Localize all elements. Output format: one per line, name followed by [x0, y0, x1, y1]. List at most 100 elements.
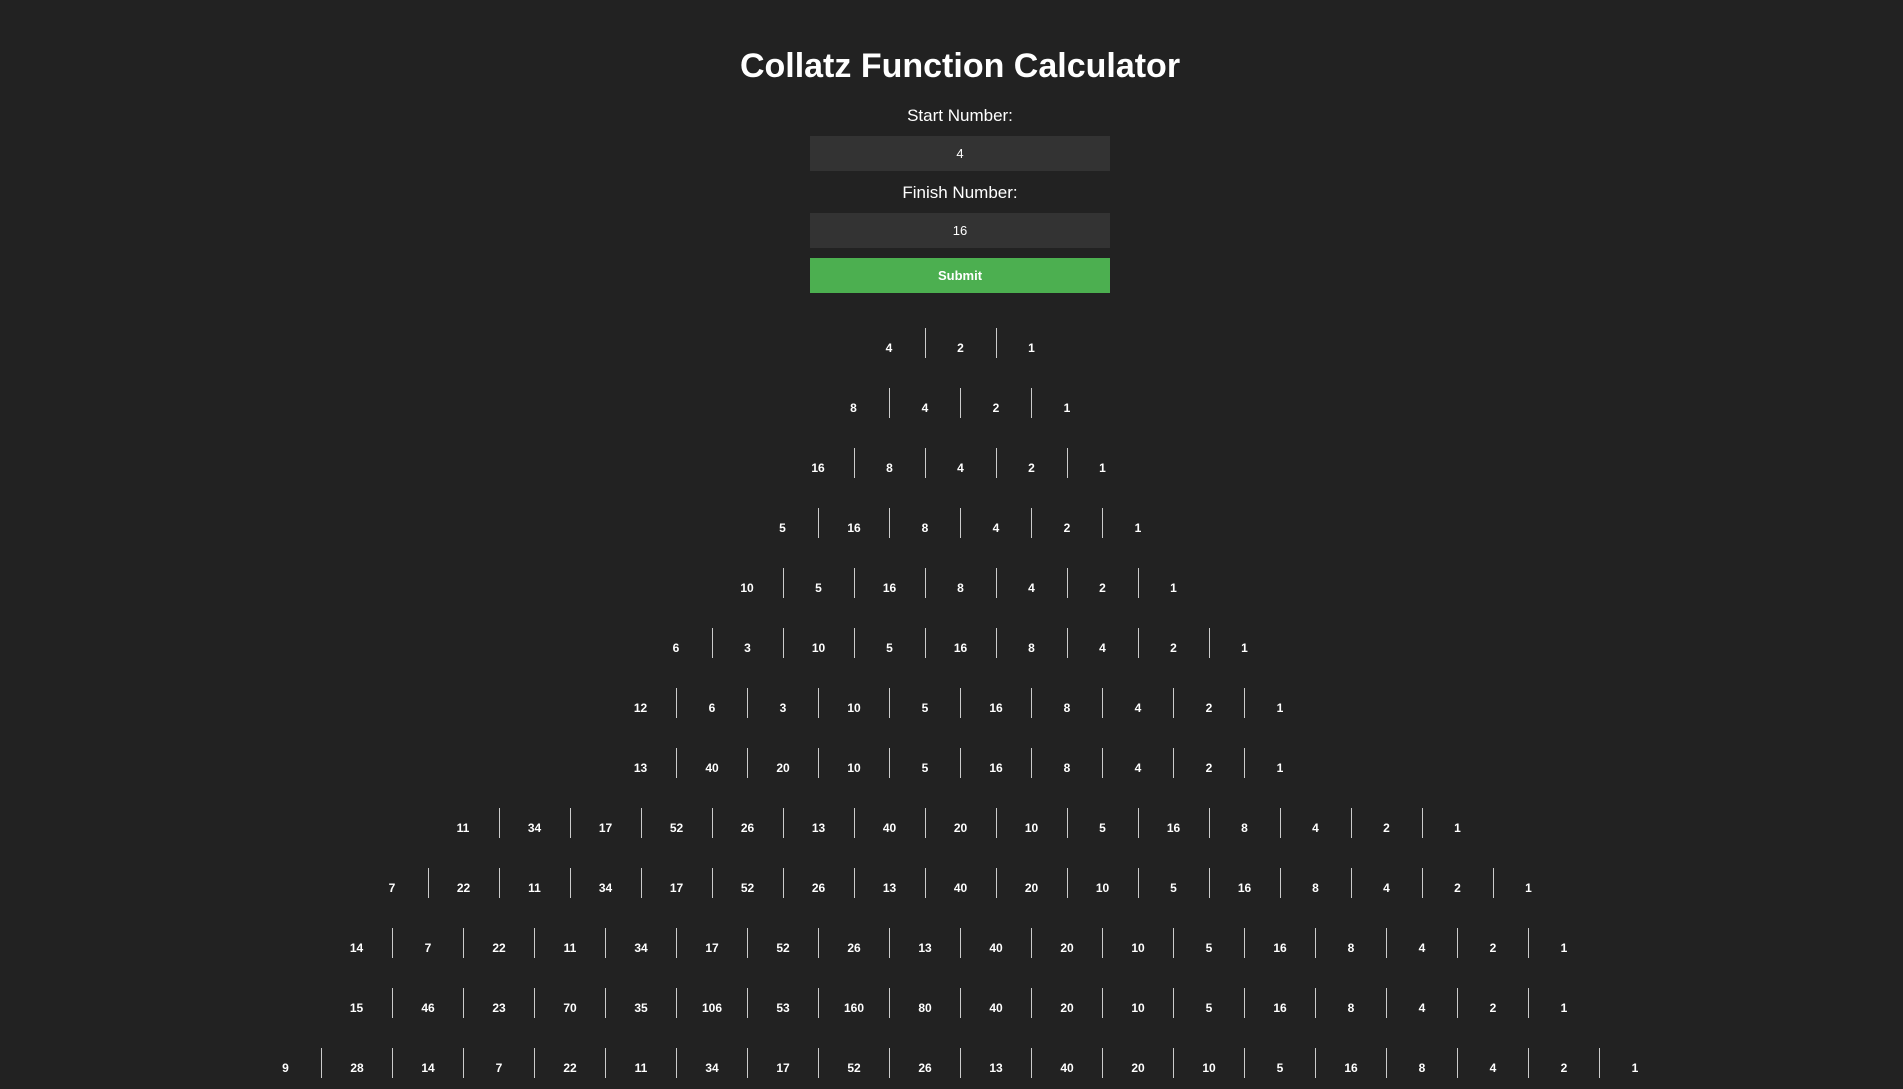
sequence-value: 2: [1457, 988, 1528, 1018]
sequence-value: 34: [605, 928, 676, 958]
sequence-value: 1: [1421, 808, 1493, 838]
sequence-value: 2: [1350, 808, 1422, 838]
sequence-value: 53: [747, 988, 818, 1018]
sequence-value: 1: [1208, 628, 1280, 658]
sequence-value: 2: [1457, 928, 1528, 958]
sequence-value: 4: [885, 341, 893, 355]
sequence-value: 16: [1244, 988, 1315, 1018]
sequence-value: 28: [321, 1048, 392, 1078]
sequence-value: 1: [1528, 928, 1599, 958]
sequence-value: 10: [1173, 1048, 1244, 1078]
sequence-value: 40: [676, 748, 747, 778]
sequence-value: 2: [1173, 688, 1244, 718]
sequence-value: 20: [1031, 928, 1102, 958]
sequence-value: 70: [534, 988, 605, 1018]
sequence-value: 4: [924, 448, 996, 478]
sequence-value: 7: [392, 928, 463, 958]
sequence-value: 16: [1315, 1048, 1386, 1078]
sequence-value: 52: [711, 868, 783, 898]
sequence-value: 26: [889, 1048, 960, 1078]
sequence-value: 6: [672, 641, 680, 655]
sequence-value: 23: [463, 988, 534, 1018]
sequence-value: 5: [782, 568, 854, 598]
sequence-value: 2: [995, 448, 1067, 478]
sequence-value: 4: [1102, 688, 1173, 718]
sequence-value: 26: [782, 868, 854, 898]
sequence-value: 16: [853, 568, 925, 598]
sequence-value: 17: [640, 868, 712, 898]
sequence-row: 6 3 10 5 16 8 4 2 1: [0, 628, 1903, 658]
sequence-value: 8: [1315, 988, 1386, 1018]
sequence-value: 7: [388, 881, 396, 895]
sequence-value: 2: [1173, 748, 1244, 778]
sequence-value: 46: [392, 988, 463, 1018]
sequence-value: 40: [960, 928, 1031, 958]
sequence-value: 40: [853, 808, 925, 838]
sequence-value: 5: [1244, 1048, 1315, 1078]
sequence-value: 16: [811, 461, 825, 475]
sequence-value: 10: [1066, 868, 1138, 898]
sequence-value: 16: [960, 688, 1031, 718]
sequence-value: 2: [1421, 868, 1493, 898]
sequence-row: 15 46 23 70 35 106 53 160 80 40 20 10 5 16 8 4 2 1: [0, 988, 1903, 1018]
sequence-value: 5: [779, 521, 786, 535]
sequence-value: 15: [349, 1001, 364, 1015]
sequence-value: 8: [1031, 688, 1102, 718]
sequence-value: 8: [853, 448, 925, 478]
sequence-value: 52: [747, 928, 818, 958]
sequence-value: 10: [995, 808, 1067, 838]
sequence-value: 1: [1599, 1048, 1670, 1078]
sequence-value: 2: [960, 388, 1031, 418]
start-number-input[interactable]: [810, 136, 1110, 171]
sequence-value: 8: [995, 628, 1067, 658]
sequence-value: 13: [889, 928, 960, 958]
sequence-value: 2: [924, 328, 996, 358]
sequence-value: 106: [676, 988, 747, 1018]
sequence-value: 3: [747, 688, 818, 718]
sequence-value: 8: [924, 568, 996, 598]
sequence-value: 34: [498, 808, 570, 838]
sequence-value: 17: [747, 1048, 818, 1078]
sequence-row: 5 16 8 4 2 1: [0, 508, 1903, 538]
sequence-value: 4: [1457, 1048, 1528, 1078]
sequence-value: 11: [605, 1048, 676, 1078]
start-number-label: Start Number:: [907, 106, 1013, 125]
sequence-value: 1: [1492, 868, 1564, 898]
sequence-value: 17: [676, 928, 747, 958]
sequence-value: 10: [1102, 928, 1173, 958]
sequence-list: 4 2 1 8 4 2 1 16 8 4 2 1 5 16 8 4 2 1 10 5 16 8 4 2 1 6 3 10 5 16 8 4 2 1…: [0, 328, 1903, 1089]
sequence-row: 4 21: [0, 328, 1903, 358]
sequence-value: 4: [1386, 928, 1457, 958]
sequence-value: 4: [995, 568, 1067, 598]
submit-button[interactable]: Submit: [810, 258, 1110, 293]
sequence-value: 3: [711, 628, 783, 658]
sequence-value: 34: [676, 1048, 747, 1078]
sequence-value: 9: [282, 1061, 289, 1075]
sequence-value: 11: [498, 868, 570, 898]
sequence-value: 16: [924, 628, 996, 658]
sequence-value: 10: [818, 748, 889, 778]
sequence-value: 22: [463, 928, 534, 958]
sequence-value: 2: [1137, 628, 1209, 658]
sequence-value: 20: [747, 748, 818, 778]
sequence-row: 13 40 20 10 5 16 8 4 2 1: [0, 748, 1903, 778]
sequence-value: 52: [640, 808, 712, 838]
sequence-value: 8: [1031, 748, 1102, 778]
sequence-value: 5: [1137, 868, 1209, 898]
sequence-value: 5: [1173, 988, 1244, 1018]
sequence-row: 12 6 3 10 5 16 8 4 2 1: [0, 688, 1903, 718]
sequence-value: 40: [960, 988, 1031, 1018]
sequence-value: 4: [1350, 868, 1422, 898]
sequence-value: 11: [534, 928, 605, 958]
sequence-value: 4: [1386, 988, 1457, 1018]
sequence-value: 26: [818, 928, 889, 958]
finish-number-input[interactable]: [810, 213, 1110, 248]
sequence-value: 16: [1208, 868, 1280, 898]
sequence-row: 14 7 22 11 34 17 52 26 13 40 20 10 5 16 8 4 2 1: [0, 928, 1903, 958]
sequence-value: 4: [1102, 748, 1173, 778]
sequence-row: 9 28 14 7 22 11 34 17 52 26 13 40 20 10 5 16 8 4 2 1: [0, 1048, 1903, 1078]
collatz-form: Start Number: Finish Number: Submit: [810, 104, 1110, 293]
sequence-value: 16: [960, 748, 1031, 778]
sequence-value: 1: [1102, 508, 1173, 538]
sequence-value: 40: [1031, 1048, 1102, 1078]
